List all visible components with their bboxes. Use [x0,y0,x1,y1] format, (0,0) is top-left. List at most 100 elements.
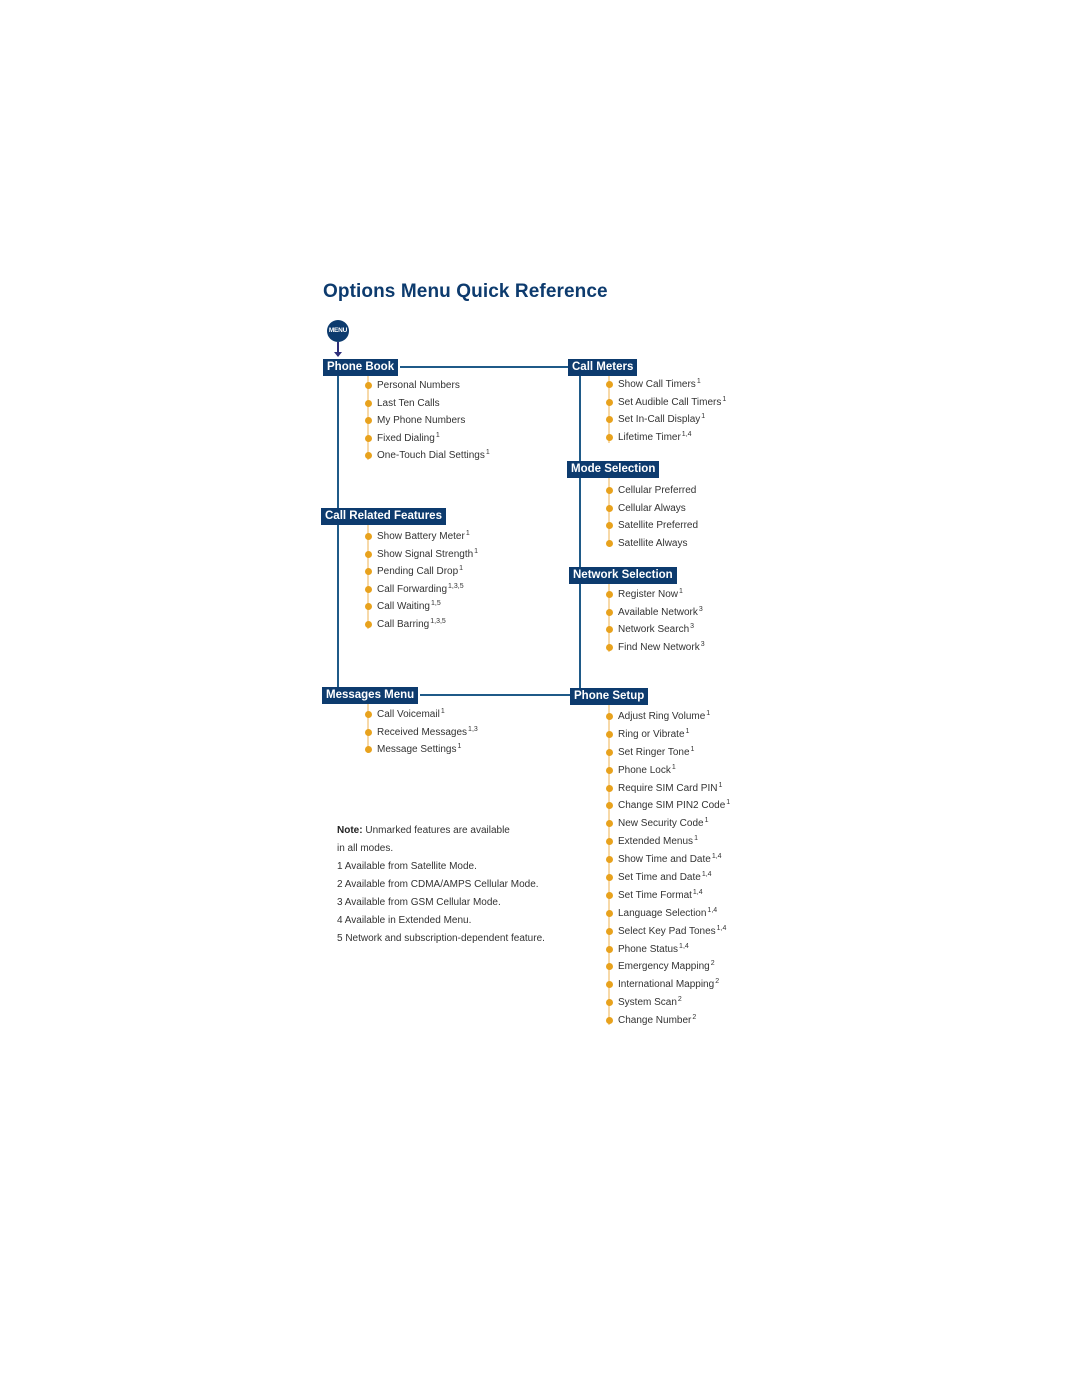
messages-list: Call Voicemail1 Received Messages1,3 Messa… [365,706,478,759]
menu-item-label: Call Barring [377,618,430,630]
menu-item-label: Network Search [618,624,690,635]
call-related-list: Show Battery Meter 1 Show Signal Strength 1… [365,528,478,633]
bullet-icon [606,381,613,388]
page-title: Options Menu Quick Reference [323,281,608,302]
menu-item-label: System Scan [618,997,677,1009]
menu-key-icon: MENU [327,320,349,342]
menu-item-label: Satellite Preferred [618,520,699,531]
menu-item: One-Touch Dial Settings1 [365,447,490,465]
bullet-icon [606,730,613,738]
bullet-icon [606,927,613,935]
menu-item: Ring or Vibrate1 [606,726,730,744]
bullet-icon [365,711,372,718]
bullet-icon [606,784,613,792]
footnote-marker: 3 [698,605,703,613]
phone-setup-list: Adjust Ring Volume1 Ring or Vibrate1 Set R… [606,708,730,1030]
left-trunk-line [337,374,339,689]
menu-item: System Scan2 [606,994,730,1012]
menu-item: Call Forwarding1,3,5 [365,581,478,599]
menu-item-label: Set Audible Call Timers [618,396,722,408]
bullet-icon [606,504,613,512]
footnote-marker: 1 [718,781,723,789]
footnote-marker: 1 [706,710,711,717]
menu-item: My Phone Numbers [365,412,490,430]
menu-item-label: International Mapping [618,979,715,991]
footnote-marker: 2 [677,996,682,1004]
bullet-icon [606,820,613,828]
menu-item-label: Ring or Vibrate [618,728,685,740]
menu-item-label: Phone Lock [618,764,671,776]
bullet-icon [606,398,613,406]
bullet-icon [606,874,613,882]
menu-item: Set In-Call Display1 [606,411,726,429]
menu-item: Phone Status1,4 [606,941,730,959]
footnote-marker: 1 [459,565,464,572]
menu-item-label: Show Battery Meter [377,531,465,542]
menu-item-label: Set In-Call Display [618,414,701,425]
menu-item: New Security Code1 [606,815,730,833]
footnote-marker: 1,3,5 [448,582,464,590]
menu-item-label: Set Time and Date [618,872,701,884]
bullet-icon [365,568,372,575]
menu-item-label: Lifetime Timer [618,431,681,443]
menu-item: Change Number2 [606,1012,730,1030]
menu-item: Set Time and Date1,4 [606,869,730,887]
footnote-marker: 1 [696,378,701,385]
footnote-marker: 1 [694,835,698,843]
bullet-icon [365,417,372,424]
bullet-icon [606,608,613,616]
menu-item-label: Show Signal Strength [377,548,474,560]
footnote-marker: 1,4 [707,906,718,914]
section-header-network-selection: Network Selection [570,568,676,583]
bullet-icon [606,891,613,899]
bullet-icon [365,452,372,459]
footnote: 1 Available from Satellite Mode. [337,861,477,872]
bullet-icon [606,963,613,971]
menu-item: Set Audible Call Timers1 [606,394,726,412]
menu-item-label: Call Voicemail [377,709,440,720]
footnote: 4 Available in Extended Menu. [337,915,472,926]
menu-item-label: Language Selection [618,907,707,919]
menu-item: Set Time Format1,4 [606,887,730,905]
top-connector-line [400,366,570,368]
bullet-icon [365,620,372,628]
menu-item-label: Satellite Always [618,537,688,549]
bullet-icon [365,382,372,389]
menu-item: Network Search3 [606,621,705,639]
network-selection-list: Register Now1 Available Network3 Network S… [606,586,705,657]
footnote: 3 Available from GSM Cellular Mode. [337,897,501,908]
menu-item-label: Adjust Ring Volume [618,711,706,722]
menu-item: Extended Menus1 [606,833,730,851]
bullet-icon [606,487,613,494]
footnote: 5 Network and subscription-dependent fea… [337,933,545,944]
menu-item: Satellite Preferred [606,517,699,535]
bullet-icon [606,802,613,810]
menu-item-label: Set Ringer Tone [618,746,690,758]
menu-item: Pending Call Drop1 [365,563,478,581]
menu-item: Require SIM Card PIN1 [606,780,730,798]
menu-item: Register Now1 [606,586,705,604]
footnote-marker: 1 [679,588,683,595]
note-line: Note: Unmarked features are available [337,822,545,840]
menu-item-label: Change SIM PIN2 Code [618,800,726,812]
bottom-connector-line [420,694,570,696]
menu-item: Show Time and Date1,4 [606,851,730,869]
menu-item: Find New Network3 [606,639,705,657]
menu-item: Change SIM PIN2 Code1 [606,797,730,815]
footnote-marker: 1,4 [692,888,703,896]
footnote-marker: 2 [710,960,715,968]
bullet-icon [365,585,372,593]
menu-item-label: Select Key Pad Tones [618,925,716,937]
notes-block: Note: Unmarked features are available in… [337,822,545,948]
menu-item-label: Cellular Preferred [618,485,697,496]
footnote-marker: 1 [704,817,709,825]
bullet-icon [365,434,372,442]
note-text: Unmarked features are available [362,825,510,836]
footnote: 2 Available from CDMA/AMPS Cellular Mode… [337,879,539,890]
bullet-icon [365,603,372,610]
bullet-icon [606,713,613,720]
bullet-icon [606,416,613,423]
menu-item: Satellite Always [606,535,698,553]
bullet-icon [606,909,613,917]
menu-item: Select Key Pad Tones1,4 [606,923,730,941]
